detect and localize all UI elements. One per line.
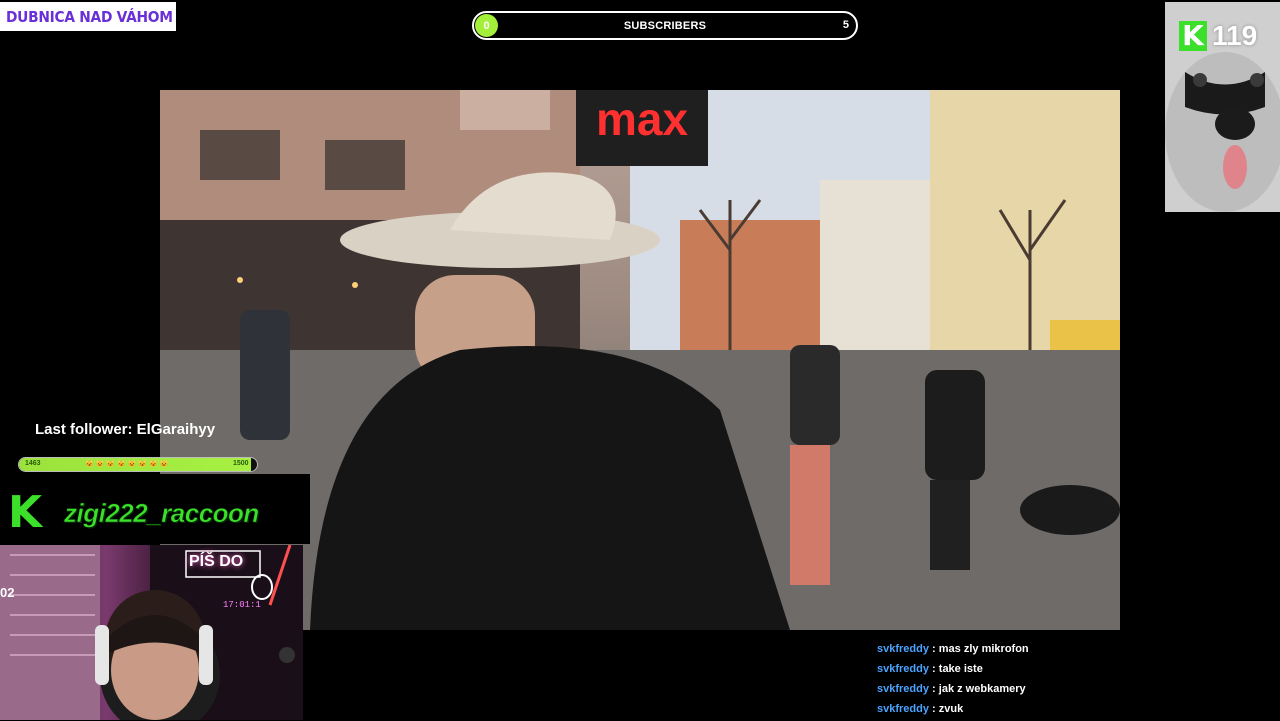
streamer-webcam: PÍŠ DO 17:01:1 02: [0, 545, 303, 720]
follower-goal-progress: 1463 🐱 🐱 🐱 🐱 🐱 🐱 🐱 🐱 1500: [18, 457, 258, 472]
webcam-scene: [0, 545, 303, 720]
chat-username: svkfreddy: [877, 663, 929, 675]
chat-text: mas zly mikrofon: [938, 643, 1029, 655]
subscribers-goal-bar: 0 SUBSCRIBERS 5: [472, 11, 858, 40]
subscribers-current: 0: [475, 14, 498, 37]
chat-username: svkfreddy: [877, 683, 929, 695]
last-follower-label: Last follower: ElGaraihyy: [35, 421, 216, 438]
chat-text: jak z webkamery: [938, 683, 1026, 695]
progress-left-value: 1463: [25, 460, 41, 467]
video-scene: max: [160, 90, 1120, 630]
location-badge: DUBNICA NAD VÁHOM: [0, 2, 176, 31]
subscribers-label: SUBSCRIBERS: [623, 19, 707, 32]
chat-message: svkfreddy : jak z webkamery: [877, 681, 1237, 701]
chat-message: svkfreddy : mas zly mikrofon: [877, 641, 1237, 661]
viewer-count-badge: K 119: [1179, 20, 1257, 52]
chat-username: svkfreddy: [877, 703, 929, 715]
chat-message: svkfreddy : take iste: [877, 661, 1237, 681]
wall-clock: 17:01:1: [223, 600, 261, 610]
chat-separator: :: [932, 643, 936, 655]
chat-message: svkfreddy : zvuk: [877, 701, 1237, 721]
chat-overlay: svkfreddy : mas zly mikrofon svkfreddy :…: [877, 641, 1237, 721]
chat-text: zvuk: [938, 703, 964, 715]
subscribers-goal: 5: [842, 19, 849, 31]
progress-icons: 🐱 🐱 🐱 🐱 🐱 🐱 🐱 🐱: [85, 461, 169, 468]
viewer-count: 119: [1212, 20, 1258, 51]
chat-separator: :: [932, 703, 936, 715]
raccoon-overlay: K 119: [1165, 2, 1280, 212]
chat-text: take iste: [938, 663, 983, 675]
chat-separator: :: [932, 683, 936, 695]
kick-logo-icon: K: [1179, 21, 1207, 51]
chat-separator: :: [932, 663, 936, 675]
location-text: DUBNICA NAD VÁHOM: [6, 7, 173, 26]
kick-logo-icon: K: [8, 487, 43, 538]
kick-username-banner: K zigi222_raccoon: [0, 474, 310, 544]
max-sign-text: max: [596, 93, 688, 145]
chat-username: svkfreddy: [877, 643, 929, 655]
neon-sign-text: PÍŠ DO: [189, 553, 244, 570]
side-label: 02: [0, 585, 15, 600]
main-video[interactable]: max: [160, 90, 1120, 630]
streamer-username: zigi222_raccoon: [64, 498, 260, 529]
progress-right-value: 1500: [233, 460, 249, 467]
